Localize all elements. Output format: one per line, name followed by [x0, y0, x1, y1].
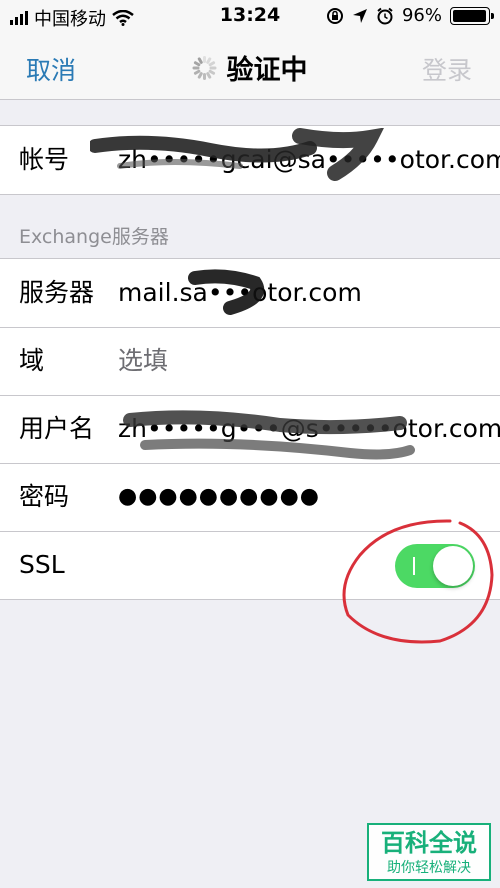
- account-label: 帐号: [19, 145, 70, 174]
- nav-bar: 取消 验证中 登录: [0, 34, 500, 100]
- username-row[interactable]: 用户名 zh•••••g•••@s•••••otor.com: [0, 395, 500, 463]
- rotation-lock-icon: [326, 7, 343, 24]
- battery-percent: 96%: [401, 5, 442, 26]
- battery-icon: [450, 6, 494, 25]
- battery-fill: [453, 9, 486, 22]
- ssl-row: SSL: [0, 531, 500, 599]
- password-field[interactable]: ●●●●●●●●●●: [118, 463, 320, 531]
- password-label: 密码: [19, 482, 70, 511]
- server-value[interactable]: mail.sa•••otor.com: [118, 259, 362, 327]
- watermark-title: 百科全说: [381, 829, 477, 857]
- password-row[interactable]: 密码 ●●●●●●●●●●: [0, 463, 500, 531]
- watermark-subtitle: 助你轻松解决: [387, 860, 471, 876]
- ssl-toggle[interactable]: [395, 544, 475, 588]
- domain-row[interactable]: 域 选填: [0, 327, 500, 395]
- username-value[interactable]: zh•••••g•••@s•••••otor.com: [118, 395, 500, 463]
- section-header-exchange: Exchange服务器: [19, 226, 169, 248]
- account-group: 帐号 zh•••••gcai@sa•••••otor.com: [0, 125, 500, 195]
- status-bar: 中国移动 13:24 96%: [0, 0, 500, 34]
- toggle-on-mark: [413, 557, 415, 575]
- server-label: 服务器: [19, 278, 95, 307]
- domain-input[interactable]: 选填: [118, 327, 168, 395]
- ssl-label: SSL: [19, 550, 65, 579]
- login-button[interactable]: 登录: [422, 51, 472, 87]
- exchange-group: 服务器 mail.sa•••otor.com 域 选填 用户名 zh•••••g…: [0, 258, 500, 600]
- spinner-icon: [192, 55, 217, 80]
- location-icon: [352, 8, 367, 23]
- username-label: 用户名: [19, 414, 95, 443]
- watermark-logo: 百科全说 助你轻松解决: [367, 823, 491, 881]
- page-title: 验证中: [226, 55, 308, 86]
- toggle-knob[interactable]: [433, 546, 473, 586]
- domain-label: 域: [19, 346, 45, 375]
- alarm-icon: [377, 7, 393, 24]
- server-row[interactable]: 服务器 mail.sa•••otor.com: [0, 259, 500, 327]
- spinner-spoke: [203, 72, 206, 80]
- account-row[interactable]: 帐号 zh•••••gcai@sa•••••otor.com: [0, 126, 500, 194]
- spinner-spoke: [209, 66, 217, 69]
- account-value[interactable]: zh•••••gcai@sa•••••otor.com: [118, 126, 500, 194]
- status-right: 96%: [326, 5, 494, 26]
